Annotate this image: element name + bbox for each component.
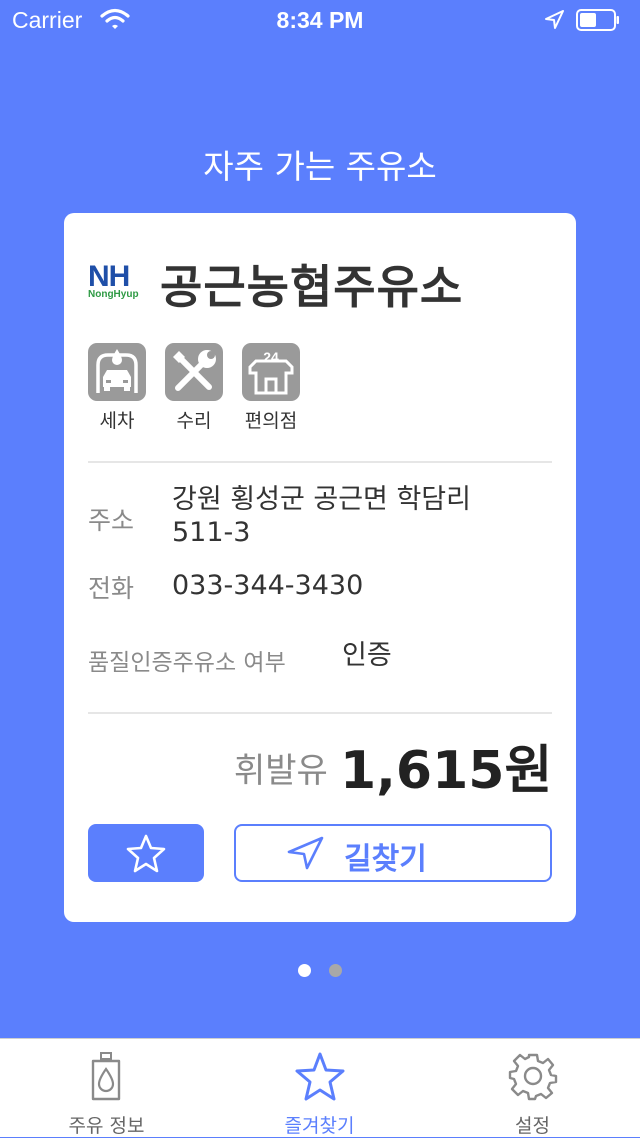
convenience-store-24-icon: 24	[242, 343, 300, 401]
service-label: 수리	[176, 410, 212, 432]
divider	[88, 461, 552, 463]
car-wash-icon	[88, 343, 146, 401]
navigation-arrow-icon	[286, 835, 326, 875]
address-line: 511-3	[172, 517, 251, 548]
repair-tools-icon	[165, 343, 223, 401]
gear-icon	[426, 1051, 639, 1105]
status-bar: Carrier 8:34 PM	[0, 0, 640, 40]
fuel-icon	[0, 1051, 213, 1107]
tab-fuel-info[interactable]: 주유 정보	[0, 1039, 213, 1137]
phone-value[interactable]: 033-344-3430	[172, 569, 363, 602]
tab-label: 설정	[515, 1115, 550, 1137]
tab-label: 즐겨찾기	[284, 1115, 355, 1137]
quality-label: 품질인증주유소 여부	[88, 650, 286, 676]
service-repair: 수리	[165, 343, 223, 433]
station-name: 공근농협주유소	[160, 260, 464, 314]
fuel-price: 1,615원	[340, 741, 553, 801]
brand-sub-text: NongHyup	[88, 289, 139, 300]
service-label: 편의점	[244, 410, 298, 432]
page-dot[interactable]	[329, 964, 342, 977]
favorite-button[interactable]	[88, 824, 204, 882]
brand-logo-text: NH	[88, 260, 130, 293]
tab-favorites[interactable]: 즐겨찾기	[213, 1039, 426, 1137]
address-value: 강원 횡성군 공근면 학담리 511-3	[172, 483, 471, 549]
star-icon	[126, 834, 166, 873]
route-button-label: 길찾기	[344, 842, 427, 877]
tab-bar: 주유 정보 즐겨찾기 설정	[0, 1038, 640, 1137]
nonghyup-logo: NH NongHyup	[88, 260, 146, 303]
tab-settings[interactable]: 설정	[426, 1039, 639, 1137]
address-label: 주소	[88, 506, 135, 535]
service-label: 세차	[99, 410, 135, 432]
page-indicator[interactable]	[0, 962, 640, 977]
location-arrow-icon	[544, 10, 564, 35]
address-line: 강원 횡성군 공근면 학담리	[172, 484, 471, 515]
tab-label: 주유 정보	[68, 1115, 145, 1137]
page-dot-active[interactable]	[298, 964, 311, 977]
battery-icon	[576, 9, 620, 31]
star-icon	[213, 1051, 426, 1107]
divider	[88, 712, 552, 714]
route-button[interactable]: 길찾기	[234, 824, 552, 882]
page-title: 자주 가는 주유소	[203, 147, 437, 186]
service-car-wash: 세차	[88, 343, 146, 433]
quality-value: 인증	[342, 640, 392, 671]
favorite-station-card: NH NongHyup 공근농협주유소 세차 수리 24 편의점 주소 강원 횡…	[64, 213, 576, 922]
service-convenience-store: 24 편의점	[242, 343, 300, 433]
svg-text:24: 24	[263, 349, 279, 365]
fuel-type-label: 휘발유	[234, 751, 328, 791]
phone-label: 전화	[88, 574, 135, 603]
